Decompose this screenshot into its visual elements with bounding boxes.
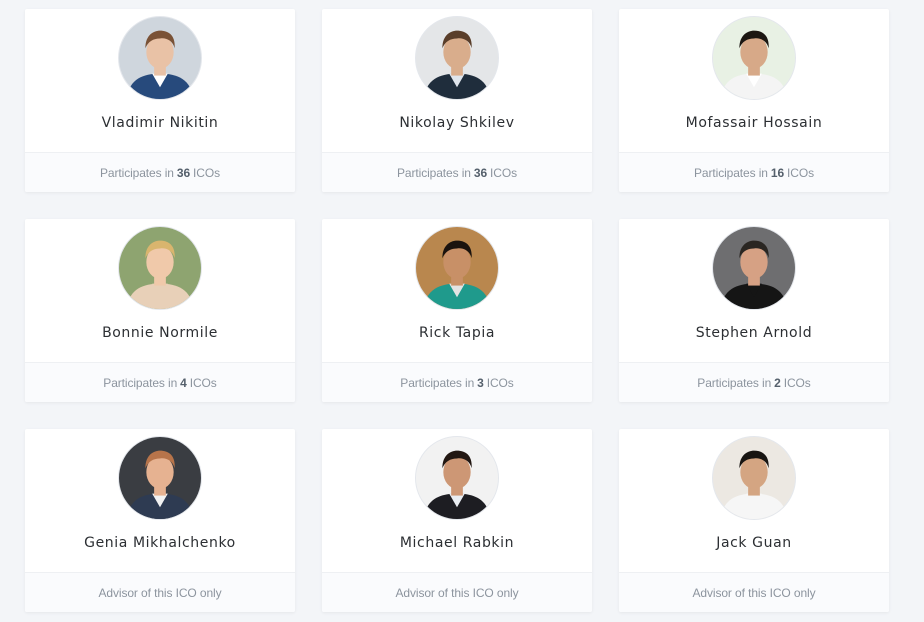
advisor-name[interactable]: Rick Tapia xyxy=(322,325,592,341)
participation-prefix: Participates in xyxy=(697,375,772,390)
advisor-card[interactable]: Mofassair Hossain Participates in 16 ICOs xyxy=(619,9,889,192)
ico-count: 3 xyxy=(477,375,484,390)
advisor-card[interactable]: Michael Rabkin Advisor of this ICO only xyxy=(322,429,592,612)
advisor-card-header: Bonnie Normile xyxy=(25,219,295,362)
advisor-role-note: Advisor of this ICO only xyxy=(692,585,816,600)
advisor-participation: Participates in 16 ICOs xyxy=(619,152,889,192)
advisor-name[interactable]: Jack Guan xyxy=(619,535,889,551)
avatar[interactable] xyxy=(118,226,202,310)
advisor-participation: Participates in 4 ICOs xyxy=(25,362,295,402)
advisor-card-header: Michael Rabkin xyxy=(322,429,592,572)
advisor-name[interactable]: Mofassair Hossain xyxy=(619,115,889,131)
advisor-participation: Participates in 36 ICOs xyxy=(322,152,592,192)
advisor-card-header: Genia Mikhalchenko xyxy=(25,429,295,572)
ico-count: 36 xyxy=(176,165,191,180)
advisor-name[interactable]: Vladimir Nikitin xyxy=(25,115,295,131)
participation-suffix: ICOs xyxy=(486,375,514,390)
advisor-card[interactable]: Rick Tapia Participates in 3 ICOs xyxy=(322,219,592,402)
participation-suffix: ICOs xyxy=(193,165,220,180)
advisors-grid: Vladimir Nikitin Participates in 36 ICOs Nik… xyxy=(0,0,924,622)
advisor-card-header: Rick Tapia xyxy=(322,219,592,362)
advisor-card[interactable]: Stephen Arnold Participates in 2 ICOs xyxy=(619,219,889,402)
ico-count: 16 xyxy=(770,165,785,180)
avatar[interactable] xyxy=(415,16,499,100)
advisor-name[interactable]: Nikolay Shkilev xyxy=(322,115,592,131)
advisor-card-header: Nikolay Shkilev xyxy=(322,9,592,152)
avatar[interactable] xyxy=(712,436,796,520)
advisor-name[interactable]: Michael Rabkin xyxy=(322,535,592,551)
advisor-name[interactable]: Stephen Arnold xyxy=(619,325,889,341)
advisor-card-header: Stephen Arnold xyxy=(619,219,889,362)
avatar[interactable] xyxy=(712,226,796,310)
participation-suffix: ICOs xyxy=(490,165,517,180)
avatar[interactable] xyxy=(415,226,499,310)
participation-prefix: Participates in xyxy=(694,165,768,180)
advisor-card[interactable]: Vladimir Nikitin Participates in 36 ICOs xyxy=(25,9,295,192)
advisor-participation: Participates in 3 ICOs xyxy=(322,362,592,402)
advisor-participation: Advisor of this ICO only xyxy=(322,572,592,612)
advisor-card[interactable]: Genia Mikhalchenko Advisor of this ICO on… xyxy=(25,429,295,612)
advisor-card[interactable]: Nikolay Shkilev Participates in 36 ICOs xyxy=(322,9,592,192)
avatar[interactable] xyxy=(118,16,202,100)
advisor-participation: Participates in 2 ICOs xyxy=(619,362,889,402)
ico-count: 2 xyxy=(774,375,781,390)
participation-suffix: ICOs xyxy=(783,375,811,390)
participation-prefix: Participates in xyxy=(100,165,174,180)
participation-prefix: Participates in xyxy=(397,165,471,180)
avatar[interactable] xyxy=(712,16,796,100)
participation-suffix: ICOs xyxy=(787,165,814,180)
ico-count: 36 xyxy=(473,165,488,180)
avatar[interactable] xyxy=(415,436,499,520)
advisor-name[interactable]: Bonnie Normile xyxy=(25,325,295,341)
advisor-card[interactable]: Bonnie Normile Participates in 4 ICOs xyxy=(25,219,295,402)
advisor-card-header: Mofassair Hossain xyxy=(619,9,889,152)
advisor-card-header: Jack Guan xyxy=(619,429,889,572)
participation-suffix: ICOs xyxy=(189,375,217,390)
advisor-role-note: Advisor of this ICO only xyxy=(98,585,222,600)
advisor-participation: Participates in 36 ICOs xyxy=(25,152,295,192)
advisor-name[interactable]: Genia Mikhalchenko xyxy=(25,535,295,551)
advisor-participation: Advisor of this ICO only xyxy=(25,572,295,612)
participation-prefix: Participates in xyxy=(400,375,475,390)
avatar[interactable] xyxy=(118,436,202,520)
ico-count: 4 xyxy=(180,375,187,390)
advisor-participation: Advisor of this ICO only xyxy=(619,572,889,612)
participation-prefix: Participates in xyxy=(103,375,178,390)
advisor-card[interactable]: Jack Guan Advisor of this ICO only xyxy=(619,429,889,612)
advisor-role-note: Advisor of this ICO only xyxy=(395,585,519,600)
advisor-card-header: Vladimir Nikitin xyxy=(25,9,295,152)
